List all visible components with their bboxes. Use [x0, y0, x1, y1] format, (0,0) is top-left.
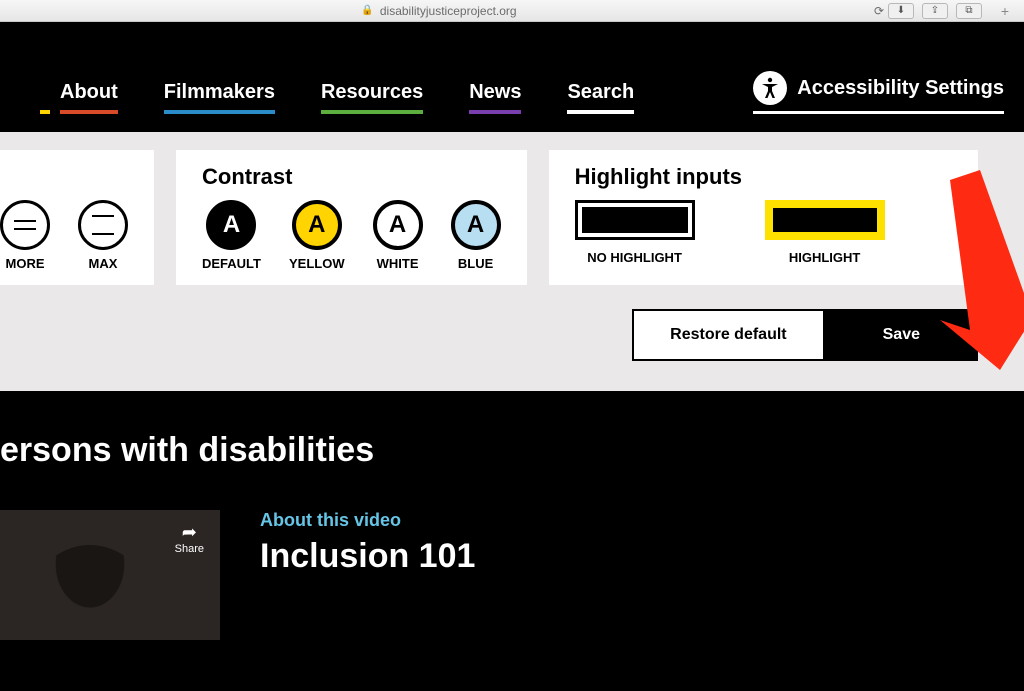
card-title	[0, 164, 128, 190]
nav-underline	[753, 111, 1004, 114]
contrast-swatch: A	[451, 200, 501, 250]
accessibility-icon	[753, 71, 787, 105]
video-section: ➦ Share About this video Inclusion 101	[0, 510, 1024, 640]
download-icon[interactable]: ⬇	[888, 3, 914, 19]
page-content: ersons with disabilities ➦ Share About t…	[0, 391, 1024, 691]
spacing-option-more[interactable]: MORE	[0, 200, 50, 271]
address-bar[interactable]: 🔒 disabilityjusticeproject.org	[8, 4, 870, 18]
nav-item-news[interactable]: News	[469, 81, 521, 114]
highlight-card: Highlight inputs NO HIGHLIGHT HIGHLIGHT	[549, 150, 978, 285]
nav-label: Filmmakers	[164, 81, 275, 104]
share-label: Share	[175, 543, 204, 555]
card-title: Contrast	[202, 164, 501, 190]
lock-icon: 🔒	[361, 5, 373, 16]
nav-underline	[164, 110, 275, 114]
video-about-label: About this video	[260, 510, 475, 531]
contrast-option-blue[interactable]: A BLUE	[451, 200, 501, 271]
action-buttons: Restore default Save	[0, 285, 1024, 391]
nav-label: Resources	[321, 81, 423, 104]
nav-label: News	[469, 81, 521, 104]
new-tab-icon[interactable]: +	[994, 3, 1016, 19]
option-label: MORE	[6, 256, 45, 271]
nav-item-search[interactable]: Search	[567, 81, 634, 114]
contrast-swatch: A	[206, 200, 256, 250]
option-label: YELLOW	[289, 256, 345, 271]
spacing-icon	[78, 200, 128, 250]
nav-label: Accessibility Settings	[797, 77, 1004, 100]
tabs-icon[interactable]: ⧉	[956, 3, 982, 19]
video-thumbnail[interactable]: ➦ Share	[0, 510, 220, 640]
contrast-option-white[interactable]: A WHITE	[373, 200, 423, 271]
video-meta: About this video Inclusion 101	[260, 510, 475, 640]
nav-preload-underline	[40, 110, 50, 114]
accessibility-panel: MORE MAX Contrast A DEFAULT A YELLOW A W…	[0, 132, 1024, 285]
spacing-card: MORE MAX	[0, 150, 154, 285]
contrast-card: Contrast A DEFAULT A YELLOW A WHITE A BL…	[176, 150, 527, 285]
browser-chrome: 🔒 disabilityjusticeproject.org ⟳ ⬇ ⇪ ⧉ +	[0, 0, 1024, 22]
save-button[interactable]: Save	[825, 309, 978, 361]
spacing-option-max[interactable]: MAX	[78, 200, 128, 271]
contrast-swatch: A	[373, 200, 423, 250]
chrome-toolbar: ⬇ ⇪ ⧉ +	[888, 3, 1016, 19]
section-heading: ersons with disabilities	[0, 431, 1024, 470]
contrast-option-yellow[interactable]: A YELLOW	[289, 200, 345, 271]
reload-icon[interactable]: ⟳	[870, 4, 888, 18]
url-text: disabilityjusticeproject.org	[380, 4, 517, 18]
highlight-icon	[765, 200, 885, 240]
card-title: Highlight inputs	[575, 164, 952, 190]
highlight-option-none[interactable]: NO HIGHLIGHT	[575, 200, 695, 265]
nav-label: Search	[567, 81, 634, 104]
option-label: NO HIGHLIGHT	[587, 250, 682, 265]
nav-item-about[interactable]: About	[60, 81, 118, 114]
no-highlight-icon	[575, 200, 695, 240]
share-button[interactable]: ➦ Share	[175, 522, 204, 555]
highlight-option-on[interactable]: HIGHLIGHT	[765, 200, 885, 265]
main-nav: About Filmmakers Resources News Search A…	[0, 22, 1024, 132]
video-title: Inclusion 101	[260, 537, 475, 576]
nav-label: About	[60, 81, 118, 104]
contrast-swatch: A	[292, 200, 342, 250]
share-icon[interactable]: ⇪	[922, 3, 948, 19]
contrast-option-default[interactable]: A DEFAULT	[202, 200, 261, 271]
nav-item-accessibility[interactable]: Accessibility Settings	[753, 71, 1004, 114]
spacing-icon	[0, 200, 50, 250]
nav-item-resources[interactable]: Resources	[321, 81, 423, 114]
option-label: WHITE	[377, 256, 419, 271]
nav-underline	[469, 110, 521, 114]
option-label: BLUE	[458, 256, 493, 271]
restore-default-button[interactable]: Restore default	[632, 309, 824, 361]
option-label: DEFAULT	[202, 256, 261, 271]
option-label: MAX	[89, 256, 118, 271]
share-arrow-icon: ➦	[175, 522, 204, 543]
option-label: HIGHLIGHT	[789, 250, 861, 265]
nav-underline	[321, 110, 423, 114]
nav-item-filmmakers[interactable]: Filmmakers	[164, 81, 275, 114]
nav-underline	[60, 110, 118, 114]
nav-underline	[567, 110, 634, 114]
